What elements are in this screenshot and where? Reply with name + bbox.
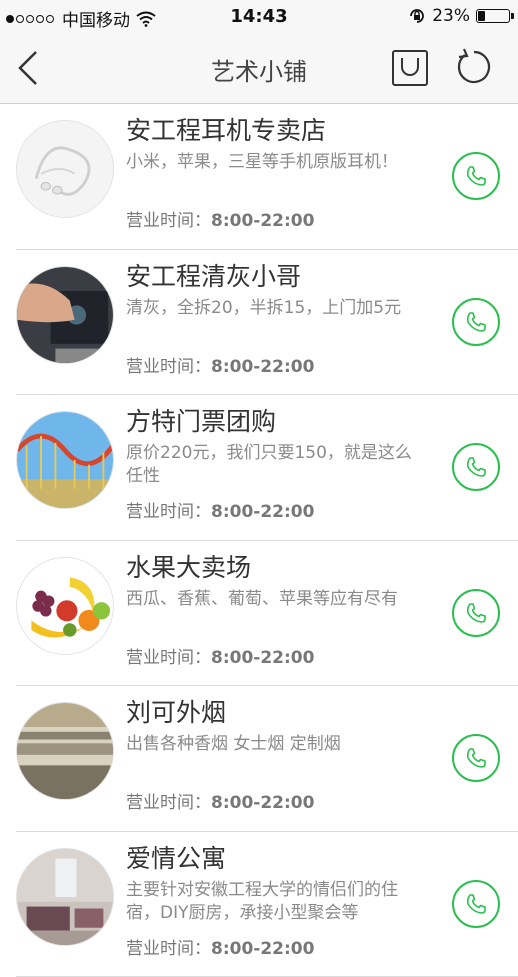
shop-hours: 营业时间：8:00-22:00	[126, 352, 426, 377]
shop-hours: 营业时间：8:00-22:00	[126, 643, 426, 668]
shop-thumbnail-fruit	[16, 557, 114, 655]
shopping-bag-button[interactable]	[390, 48, 430, 88]
phone-icon	[464, 892, 488, 916]
shop-row[interactable]: 方特门票团购 原价220元，我们只要150，就是这么任性 营业时间：8:00-2…	[16, 395, 518, 541]
shop-hours: 营业时间：8:00-22:00	[126, 497, 426, 522]
phone-icon	[464, 310, 488, 334]
shop-hours: 营业时间：8:00-22:00	[126, 788, 426, 813]
shopping-bag-icon	[390, 48, 430, 88]
shop-row[interactable]: 安工程清灰小哥 清灰，全拆20，半拆15，上门加5元 营业时间：8:00-22:…	[16, 250, 518, 396]
orientation-lock-icon	[408, 7, 426, 25]
hours-label: 营业时间：	[126, 939, 211, 959]
shop-info: 水果大卖场 西瓜、香蕉、葡萄、苹果等应有尽有 营业时间：8:00-22:00	[126, 551, 426, 668]
shop-name: 爱情公寓	[126, 842, 426, 876]
hours-label: 营业时间：	[126, 211, 211, 231]
shop-description: 原价220元，我们只要150，就是这么任性	[126, 442, 426, 488]
call-button[interactable]	[452, 734, 500, 782]
hours-time: 8:00-22:00	[211, 648, 314, 668]
navigation-bar: 艺术小铺	[0, 34, 518, 104]
hours-label: 营业时间：	[126, 502, 211, 522]
shop-thumbnail-roller-coaster	[16, 411, 114, 509]
call-button[interactable]	[452, 443, 500, 491]
shop-info: 爱情公寓 主要针对安徽工程大学的情侣们的住宿，DIY厨房，承接小型聚会等 营业时…	[126, 842, 426, 959]
phone-icon	[464, 164, 488, 188]
hours-time: 8:00-22:00	[211, 357, 314, 377]
shop-description: 小米，苹果，三星等手机原版耳机！	[126, 151, 426, 197]
shop-list: 安工程耳机专卖店 小米，苹果，三星等手机原版耳机！ 营业时间：8:00-22:0…	[0, 104, 518, 977]
shop-name: 刘可外烟	[126, 696, 426, 730]
status-bar: 中国移动 14:43 23%	[0, 0, 518, 34]
phone-icon	[464, 746, 488, 770]
hours-label: 营业时间：	[126, 648, 211, 668]
hours-label: 营业时间：	[126, 793, 211, 813]
shop-row[interactable]: 爱情公寓 主要针对安徽工程大学的情侣们的住宿，DIY厨房，承接小型聚会等 营业时…	[16, 832, 518, 977]
shop-row[interactable]: 安工程耳机专卖店 小米，苹果，三星等手机原版耳机！ 营业时间：8:00-22:0…	[16, 104, 518, 250]
shop-hours: 营业时间：8:00-22:00	[126, 934, 426, 959]
shop-name: 方特门票团购	[126, 405, 426, 439]
shop-description: 出售各种香烟 女士烟 定制烟	[126, 733, 426, 779]
phone-icon	[464, 455, 488, 479]
shop-thumbnail-earphones	[16, 120, 114, 218]
shop-thumbnail-apartment	[16, 848, 114, 946]
hours-label: 营业时间：	[126, 357, 211, 377]
hours-time: 8:00-22:00	[211, 502, 314, 522]
shop-thumbnail-laptop-cleaning	[16, 266, 114, 364]
shop-info: 安工程清灰小哥 清灰，全拆20，半拆15，上门加5元 营业时间：8:00-22:…	[126, 260, 426, 377]
shop-name: 安工程清灰小哥	[126, 260, 426, 294]
shop-description: 清灰，全拆20，半拆15，上门加5元	[126, 297, 426, 343]
call-button[interactable]	[452, 589, 500, 637]
shop-info: 安工程耳机专卖店 小米，苹果，三星等手机原版耳机！ 营业时间：8:00-22:0…	[126, 114, 426, 231]
hours-time: 8:00-22:00	[211, 793, 314, 813]
hours-time: 8:00-22:00	[211, 211, 314, 231]
phone-icon	[464, 601, 488, 625]
call-button[interactable]	[452, 298, 500, 346]
shop-info: 方特门票团购 原价220元，我们只要150，就是这么任性 营业时间：8:00-2…	[126, 405, 426, 522]
battery-icon	[476, 9, 510, 23]
call-button[interactable]	[452, 152, 500, 200]
call-button[interactable]	[452, 880, 500, 928]
refresh-button[interactable]	[452, 46, 496, 90]
shop-name: 安工程耳机专卖店	[126, 114, 426, 148]
shop-description: 西瓜、香蕉、葡萄、苹果等应有尽有	[126, 588, 426, 634]
shop-thumbnail-cigarettes	[16, 702, 114, 800]
refresh-icon	[452, 46, 496, 90]
shop-row[interactable]: 刘可外烟 出售各种香烟 女士烟 定制烟 营业时间：8:00-22:00	[16, 686, 518, 832]
shop-description: 主要针对安徽工程大学的情侣们的住宿，DIY厨房，承接小型聚会等	[126, 879, 426, 925]
shop-row[interactable]: 水果大卖场 西瓜、香蕉、葡萄、苹果等应有尽有 营业时间：8:00-22:00	[16, 541, 518, 687]
page-title: 艺术小铺	[0, 52, 518, 87]
shop-name: 水果大卖场	[126, 551, 426, 585]
battery-percent: 23%	[432, 6, 470, 26]
shop-hours: 营业时间：8:00-22:00	[126, 206, 426, 231]
hours-time: 8:00-22:00	[211, 939, 314, 959]
shop-info: 刘可外烟 出售各种香烟 女士烟 定制烟 营业时间：8:00-22:00	[126, 696, 426, 813]
status-right: 23%	[408, 6, 510, 26]
